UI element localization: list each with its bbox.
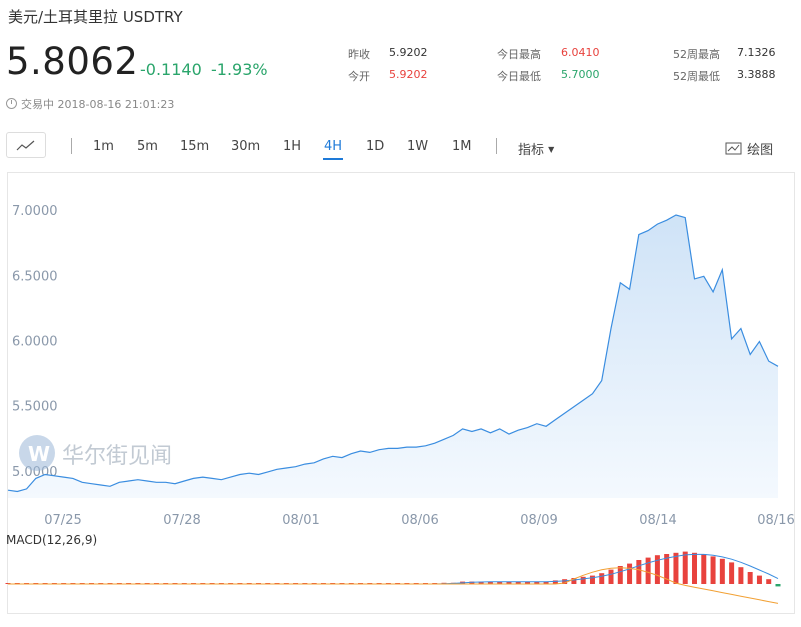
macd-bar (747, 572, 753, 584)
macd-bar (710, 556, 716, 584)
price-chart[interactable]: 7.00006.50006.00005.50005.0000W 华尔街见闻07/2… (0, 0, 801, 627)
macd-label: MACD(12,26,9) (6, 533, 97, 547)
macd-bar (738, 567, 744, 584)
y-tick-label: 6.5000 (12, 269, 58, 284)
macd-dif-line (8, 553, 779, 585)
x-tick-label: 08/06 (401, 513, 438, 528)
macd-bar (645, 557, 651, 584)
macd-bar (692, 552, 698, 584)
macd-bar (627, 563, 633, 584)
macd-bar (617, 566, 623, 584)
macd-bar (719, 558, 725, 584)
macd-bar (766, 579, 772, 584)
macd-bar (682, 551, 688, 584)
x-tick-label: 08/16 (757, 513, 794, 528)
x-tick-label: 08/14 (639, 513, 676, 528)
macd-bar (599, 573, 605, 584)
x-tick-label: 08/09 (520, 513, 557, 528)
watermark: W (19, 435, 55, 471)
y-tick-label: 5.5000 (12, 400, 58, 415)
macd-bar (636, 560, 642, 584)
macd-bar (608, 569, 614, 584)
svg-text:W: W (28, 442, 50, 466)
macd-bar (673, 552, 679, 584)
macd-signal-line (8, 567, 779, 604)
watermark-text: 华尔街见闻 (62, 444, 172, 469)
macd-bar (589, 575, 595, 584)
y-tick-label: 6.0000 (12, 335, 58, 350)
macd-bar (775, 584, 781, 587)
macd-bar (701, 554, 707, 584)
macd-bar (729, 562, 735, 584)
x-tick-label: 07/25 (44, 513, 81, 528)
macd-bar (756, 575, 762, 584)
x-tick-label: 08/01 (282, 513, 319, 528)
x-tick-label: 07/28 (163, 513, 200, 528)
macd-bar (580, 576, 586, 584)
y-tick-label: 7.0000 (12, 204, 58, 219)
